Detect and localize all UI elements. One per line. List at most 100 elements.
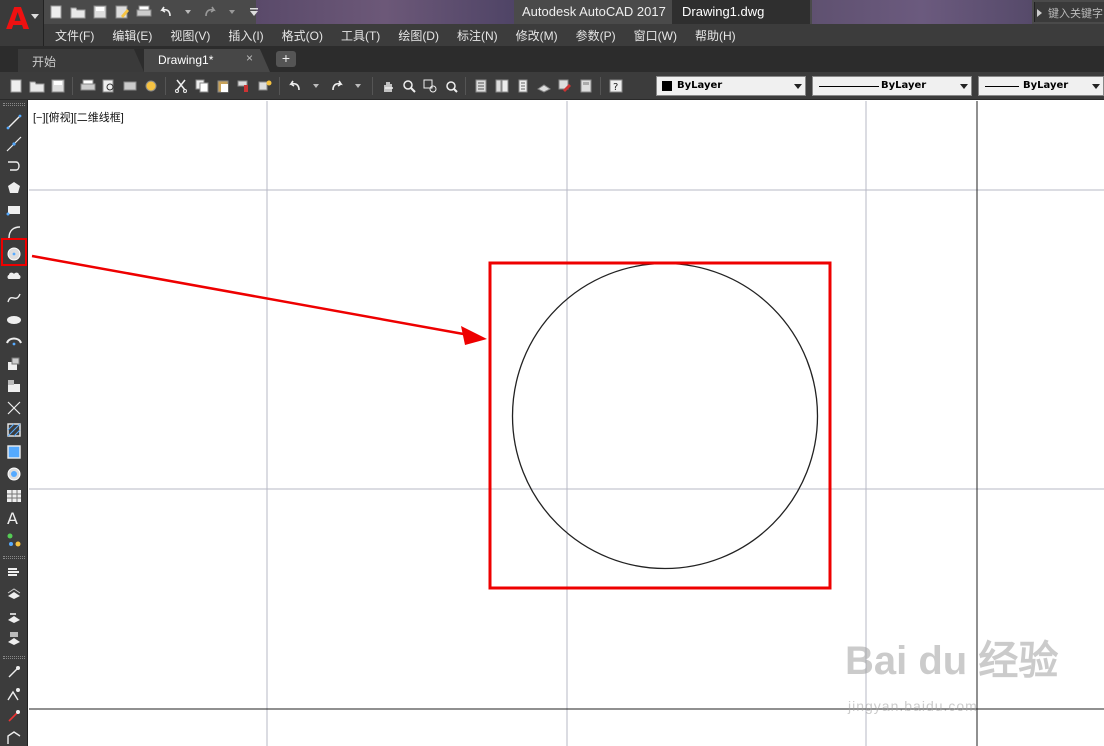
new-tab-button[interactable]: + bbox=[276, 51, 296, 67]
open-icon[interactable] bbox=[27, 76, 46, 96]
menu-help[interactable]: 帮助(H) bbox=[688, 27, 743, 44]
tab-start-label: 开始 bbox=[32, 55, 57, 69]
blurred-title-region bbox=[256, 0, 514, 24]
sheet-set-icon[interactable] bbox=[534, 76, 553, 96]
copy-icon[interactable] bbox=[192, 76, 211, 96]
zoom-previous-icon[interactable] bbox=[441, 76, 460, 96]
block-editor-icon[interactable] bbox=[255, 76, 274, 96]
redo-dropdown-icon[interactable] bbox=[222, 2, 242, 22]
menu-dimension[interactable]: 标注(N) bbox=[450, 27, 505, 44]
3dprint-icon[interactable] bbox=[141, 76, 160, 96]
ellipse-tool-icon[interactable] bbox=[4, 310, 24, 330]
circle-tool-highlight-box bbox=[1, 238, 27, 266]
properties-icon[interactable] bbox=[471, 76, 490, 96]
layer-previous-icon[interactable] bbox=[4, 606, 24, 626]
table-tool-icon[interactable] bbox=[4, 486, 24, 506]
search-placeholder: 键入关键字 bbox=[1048, 8, 1103, 20]
menu-draw[interactable]: 绘图(D) bbox=[391, 27, 446, 44]
plot-preview-icon[interactable] bbox=[99, 76, 118, 96]
chevron-down-icon bbox=[960, 84, 968, 89]
redo-dropdown-icon[interactable] bbox=[348, 76, 367, 96]
zoom-realtime-icon[interactable] bbox=[399, 76, 418, 96]
menu-modify[interactable]: 修改(M) bbox=[509, 27, 565, 44]
revision-cloud-icon[interactable] bbox=[4, 266, 24, 286]
menu-tools[interactable]: 工具(T) bbox=[334, 27, 387, 44]
print-icon[interactable] bbox=[134, 2, 154, 22]
toolbar-grip[interactable] bbox=[3, 556, 25, 559]
construction-line-icon[interactable] bbox=[4, 134, 24, 154]
dimension-linear-icon[interactable] bbox=[4, 662, 24, 682]
color-swatch bbox=[662, 81, 672, 91]
toolbar-separator bbox=[72, 77, 73, 95]
calculator-icon[interactable] bbox=[576, 76, 595, 96]
viewport-controls-label[interactable]: [−][俯视][二维线框] bbox=[33, 109, 124, 125]
open-folder-icon[interactable] bbox=[68, 2, 88, 22]
qnew-icon[interactable] bbox=[6, 76, 25, 96]
circle-object[interactable] bbox=[511, 262, 819, 570]
close-tab-icon[interactable]: × bbox=[246, 51, 253, 65]
annotation-arrow-head bbox=[461, 326, 487, 345]
cut-icon[interactable] bbox=[171, 76, 190, 96]
application-menu-button[interactable]: A bbox=[0, 0, 44, 46]
add-selected-icon[interactable] bbox=[4, 530, 24, 550]
search-input[interactable]: 键入关键字 bbox=[1034, 2, 1104, 22]
menu-file[interactable]: 文件(F) bbox=[48, 27, 101, 44]
undo-icon[interactable] bbox=[285, 76, 304, 96]
draw-toolbar: A bbox=[0, 100, 28, 746]
menu-format[interactable]: 格式(O) bbox=[275, 27, 330, 44]
markup-set-icon[interactable] bbox=[555, 76, 574, 96]
linetype-dropdown[interactable]: ByLayer bbox=[812, 76, 972, 96]
menu-edit[interactable]: 编辑(E) bbox=[105, 27, 159, 44]
tab-start[interactable]: 开始 bbox=[18, 49, 144, 72]
toolbar-grip[interactable] bbox=[3, 103, 25, 106]
new-file-icon[interactable] bbox=[46, 2, 66, 22]
rectangle-tool-icon[interactable] bbox=[4, 200, 24, 220]
pan-hand-icon[interactable] bbox=[378, 76, 397, 96]
gradient-tool-icon[interactable] bbox=[4, 442, 24, 462]
design-center-icon[interactable] bbox=[492, 76, 511, 96]
point-tool-icon[interactable] bbox=[4, 398, 24, 418]
toolbar-grip[interactable] bbox=[3, 656, 25, 659]
zoom-window-icon[interactable] bbox=[420, 76, 439, 96]
polygon-tool-icon[interactable] bbox=[4, 178, 24, 198]
lineweight-dropdown[interactable]: ByLayer bbox=[978, 76, 1104, 96]
polyline-tool-icon[interactable] bbox=[4, 156, 24, 176]
insert-block-icon[interactable] bbox=[4, 354, 24, 374]
layer-match-icon[interactable] bbox=[4, 584, 24, 604]
line-tool-icon[interactable] bbox=[4, 112, 24, 132]
multiline-text-icon[interactable]: A bbox=[4, 508, 24, 528]
tool-palettes-icon[interactable] bbox=[513, 76, 532, 96]
color-dropdown[interactable]: ByLayer bbox=[656, 76, 806, 96]
undo-dropdown-icon[interactable] bbox=[178, 2, 198, 22]
quick-access-toolbar bbox=[46, 2, 264, 22]
ellipse-arc-icon[interactable] bbox=[4, 332, 24, 352]
redo-icon[interactable] bbox=[327, 76, 346, 96]
svg-text:A: A bbox=[7, 510, 18, 526]
save-as-icon[interactable] bbox=[112, 2, 132, 22]
plot-icon[interactable] bbox=[78, 76, 97, 96]
menu-parametric[interactable]: 参数(P) bbox=[569, 27, 623, 44]
make-block-icon[interactable] bbox=[4, 376, 24, 396]
help-icon[interactable]: ? bbox=[606, 76, 625, 96]
redo-icon[interactable] bbox=[200, 2, 220, 22]
publish-icon[interactable] bbox=[120, 76, 139, 96]
customize-qat-icon[interactable] bbox=[244, 2, 264, 22]
menu-window[interactable]: 窗口(W) bbox=[627, 27, 684, 44]
menu-insert[interactable]: 插入(I) bbox=[221, 27, 270, 44]
dimension-aligned-icon[interactable] bbox=[4, 684, 24, 704]
hatch-tool-icon[interactable] bbox=[4, 420, 24, 440]
blurred-title-region-2 bbox=[812, 0, 1032, 24]
dimension-arc-icon[interactable] bbox=[4, 728, 24, 746]
region-tool-icon[interactable] bbox=[4, 464, 24, 484]
dimension-radius-icon[interactable] bbox=[4, 706, 24, 726]
paste-icon[interactable] bbox=[213, 76, 232, 96]
menu-view[interactable]: 视图(V) bbox=[163, 27, 217, 44]
undo-dropdown-icon[interactable] bbox=[306, 76, 325, 96]
save-icon[interactable] bbox=[48, 76, 67, 96]
match-properties-icon[interactable] bbox=[234, 76, 253, 96]
undo-icon[interactable] bbox=[156, 2, 176, 22]
layer-isolate-icon[interactable] bbox=[4, 628, 24, 648]
layer-states-icon[interactable] bbox=[4, 562, 24, 582]
save-icon[interactable] bbox=[90, 2, 110, 22]
spline-tool-icon[interactable] bbox=[4, 288, 24, 308]
